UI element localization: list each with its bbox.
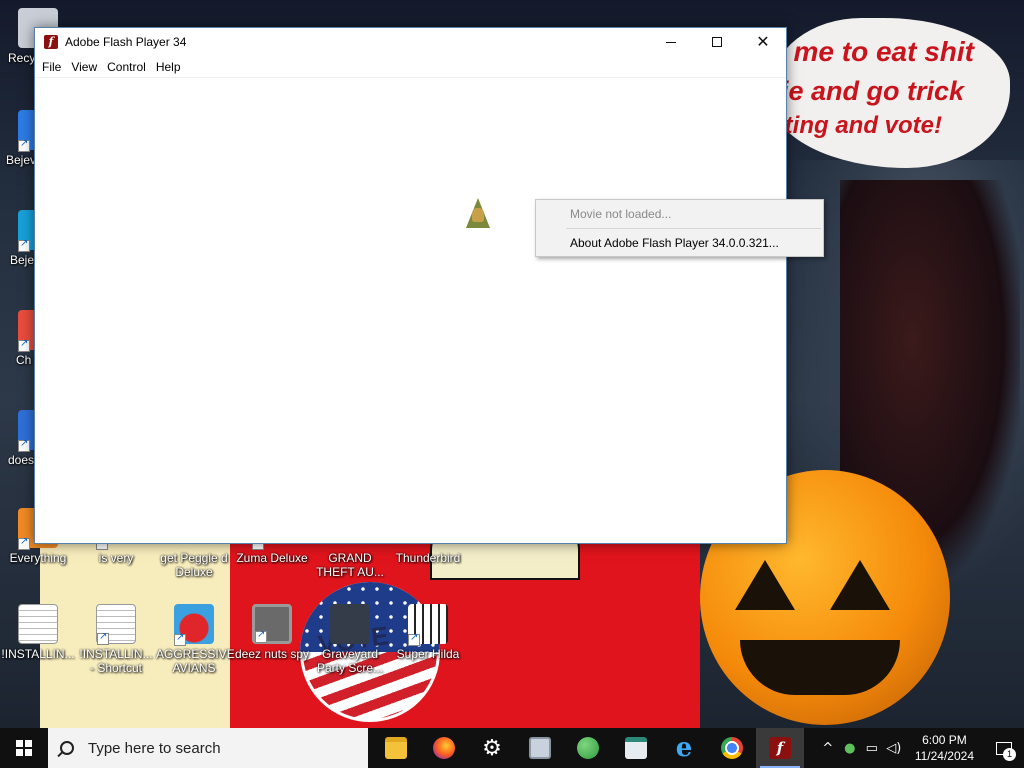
taskbar-clock[interactable]: 6:00 PM 11/24/2024 [905, 732, 984, 764]
taskbar-flash-player[interactable]: f [756, 728, 804, 768]
taskbar-search-box[interactable]: Type here to search [48, 728, 368, 768]
desktop-icon-label: deez nuts spy [234, 647, 310, 661]
desktop-icon-label: Super Hilda [396, 647, 460, 661]
context-menu: Movie not loaded... About Adobe Flash Pl… [535, 199, 824, 257]
desktop-icon-label: AGGRESSIVE AVIANS [156, 647, 235, 675]
menu-item-about-flash-player[interactable]: About Adobe Flash Player 34.0.0.321... [536, 229, 823, 257]
people-tray-icon[interactable]: ● [839, 728, 861, 768]
chrome-icon [721, 737, 743, 759]
angry-bird-icon [174, 604, 214, 646]
menu-file[interactable]: File [37, 57, 66, 77]
desktop-icon-label: get Peggle d Deluxe [160, 551, 228, 579]
window-title: Adobe Flash Player 34 [65, 35, 187, 49]
graveyard-icon [330, 604, 370, 644]
desktop-icon-aggressive-avians[interactable]: AGGRESSIVE AVIANS [156, 604, 235, 675]
desktop-icon-installin-shortcut[interactable]: !INSTALLIN... - Shortcut [78, 604, 154, 675]
text-document-icon [96, 604, 136, 645]
desktop-icon-label: Zuma Deluxe [236, 551, 308, 565]
taskbar-chrome[interactable] [708, 728, 756, 768]
menu-item-movie-not-loaded: Movie not loaded... [570, 207, 672, 221]
system-tray: ^ ● ▭ ◁) 6:00 PM 11/24/2024 1 [817, 728, 1024, 768]
menu-bar: File View Control Help [35, 56, 786, 78]
clock-time: 6:00 PM [922, 733, 967, 747]
bubble-line-3: ting and vote! [784, 112, 942, 139]
taskbar: Type here to search ⚙ e f ^ ● ▭ ◁) 6:00 … [0, 728, 1024, 768]
menu-view[interactable]: View [66, 57, 102, 77]
shortcut-arrow-icon [174, 632, 186, 646]
taskbar-firefox[interactable] [420, 728, 468, 768]
shortcut-arrow-icon [18, 338, 30, 352]
mouse-cursor-icon [466, 198, 490, 228]
network-icon[interactable]: ▭ [861, 728, 883, 768]
flash-player-icon: f [769, 737, 791, 759]
taskbar-settings[interactable]: ⚙ [468, 728, 516, 768]
maximize-button[interactable] [694, 28, 740, 56]
volume-icon[interactable]: ◁) [883, 728, 905, 768]
desktop-icon-label: !INSTALLIN... [1, 647, 75, 661]
chevron-up-icon[interactable]: ^ [817, 728, 839, 768]
flash-stage[interactable] [35, 78, 786, 543]
desktop-icon-super-hilda[interactable]: Super Hilda [390, 604, 466, 661]
taskbar-network-app[interactable] [516, 728, 564, 768]
close-button[interactable]: ✕ [740, 28, 786, 56]
notification-badge: 1 [1003, 748, 1016, 761]
super-hilda-icon [408, 604, 448, 646]
minimize-icon [666, 41, 676, 43]
wallpaper-speech-bubble: me to eat shit ie and go trick ting and … [770, 18, 1010, 168]
bubble-line-2: ie and go trick [780, 76, 964, 106]
shortcut-arrow-icon [97, 631, 109, 645]
minimize-button[interactable] [648, 28, 694, 56]
app-window-icon [625, 737, 647, 759]
desktop-icon-label: !INSTALLIN... - Shortcut [79, 647, 153, 675]
desktop-icon-graveyard-party[interactable]: Graveyard Party Scre... [312, 604, 388, 675]
text-document-icon [18, 604, 58, 644]
desktop-icon-deez-nuts-spy[interactable]: deez nuts spy [234, 604, 310, 661]
desktop-icon-label: is very [98, 551, 134, 565]
internet-explorer-icon: e [675, 733, 693, 763]
close-icon: ✕ [756, 32, 770, 51]
taskbar-window-app[interactable] [612, 728, 660, 768]
shortcut-arrow-icon [408, 632, 420, 646]
menu-help[interactable]: Help [151, 57, 186, 77]
shortcut-arrow-icon [18, 438, 30, 452]
gear-icon: ⚙ [482, 735, 502, 761]
maximize-icon [712, 37, 722, 47]
pumpkin-eye-left [735, 560, 795, 610]
shortcut-arrow-icon [18, 238, 30, 252]
desktop-icon-label: GRAND THEFT AU... [316, 551, 384, 579]
folder-icon [385, 737, 407, 759]
window-stack-icon [252, 604, 292, 644]
flash-player-window[interactable]: f Adobe Flash Player 34 ✕ File View Cont… [34, 27, 787, 544]
title-bar[interactable]: f Adobe Flash Player 34 ✕ [35, 28, 786, 56]
desktop-icon-label: Graveyard Party Scre... [316, 647, 384, 675]
action-center-button[interactable]: 1 [984, 728, 1024, 768]
search-placeholder: Type here to search [88, 739, 221, 757]
menu-control[interactable]: Control [102, 57, 151, 77]
start-button[interactable] [0, 728, 48, 768]
bubble-line-1: me to eat shit [793, 36, 974, 67]
pumpkin-eye-right [830, 560, 890, 610]
flash-player-icon: f [44, 35, 58, 49]
taskbar-file-explorer[interactable] [372, 728, 420, 768]
desktop-icon-label: Thunderbird [395, 551, 461, 565]
shortcut-arrow-icon [18, 138, 30, 152]
desktop-icon-installin[interactable]: !INSTALLIN... [0, 604, 76, 661]
firefox-icon [433, 737, 455, 759]
search-icon [60, 741, 74, 755]
desktop-icon-label: Everything [9, 551, 67, 565]
shortcut-arrow-icon [18, 536, 30, 550]
people-icon [577, 737, 599, 759]
shortcut-arrow-icon [255, 629, 267, 643]
taskbar-internet-explorer[interactable]: e [660, 728, 708, 768]
windows-logo-icon [16, 740, 32, 756]
taskbar-messenger[interactable] [564, 728, 612, 768]
network-window-icon [529, 737, 551, 759]
clock-date: 11/24/2024 [914, 749, 974, 763]
